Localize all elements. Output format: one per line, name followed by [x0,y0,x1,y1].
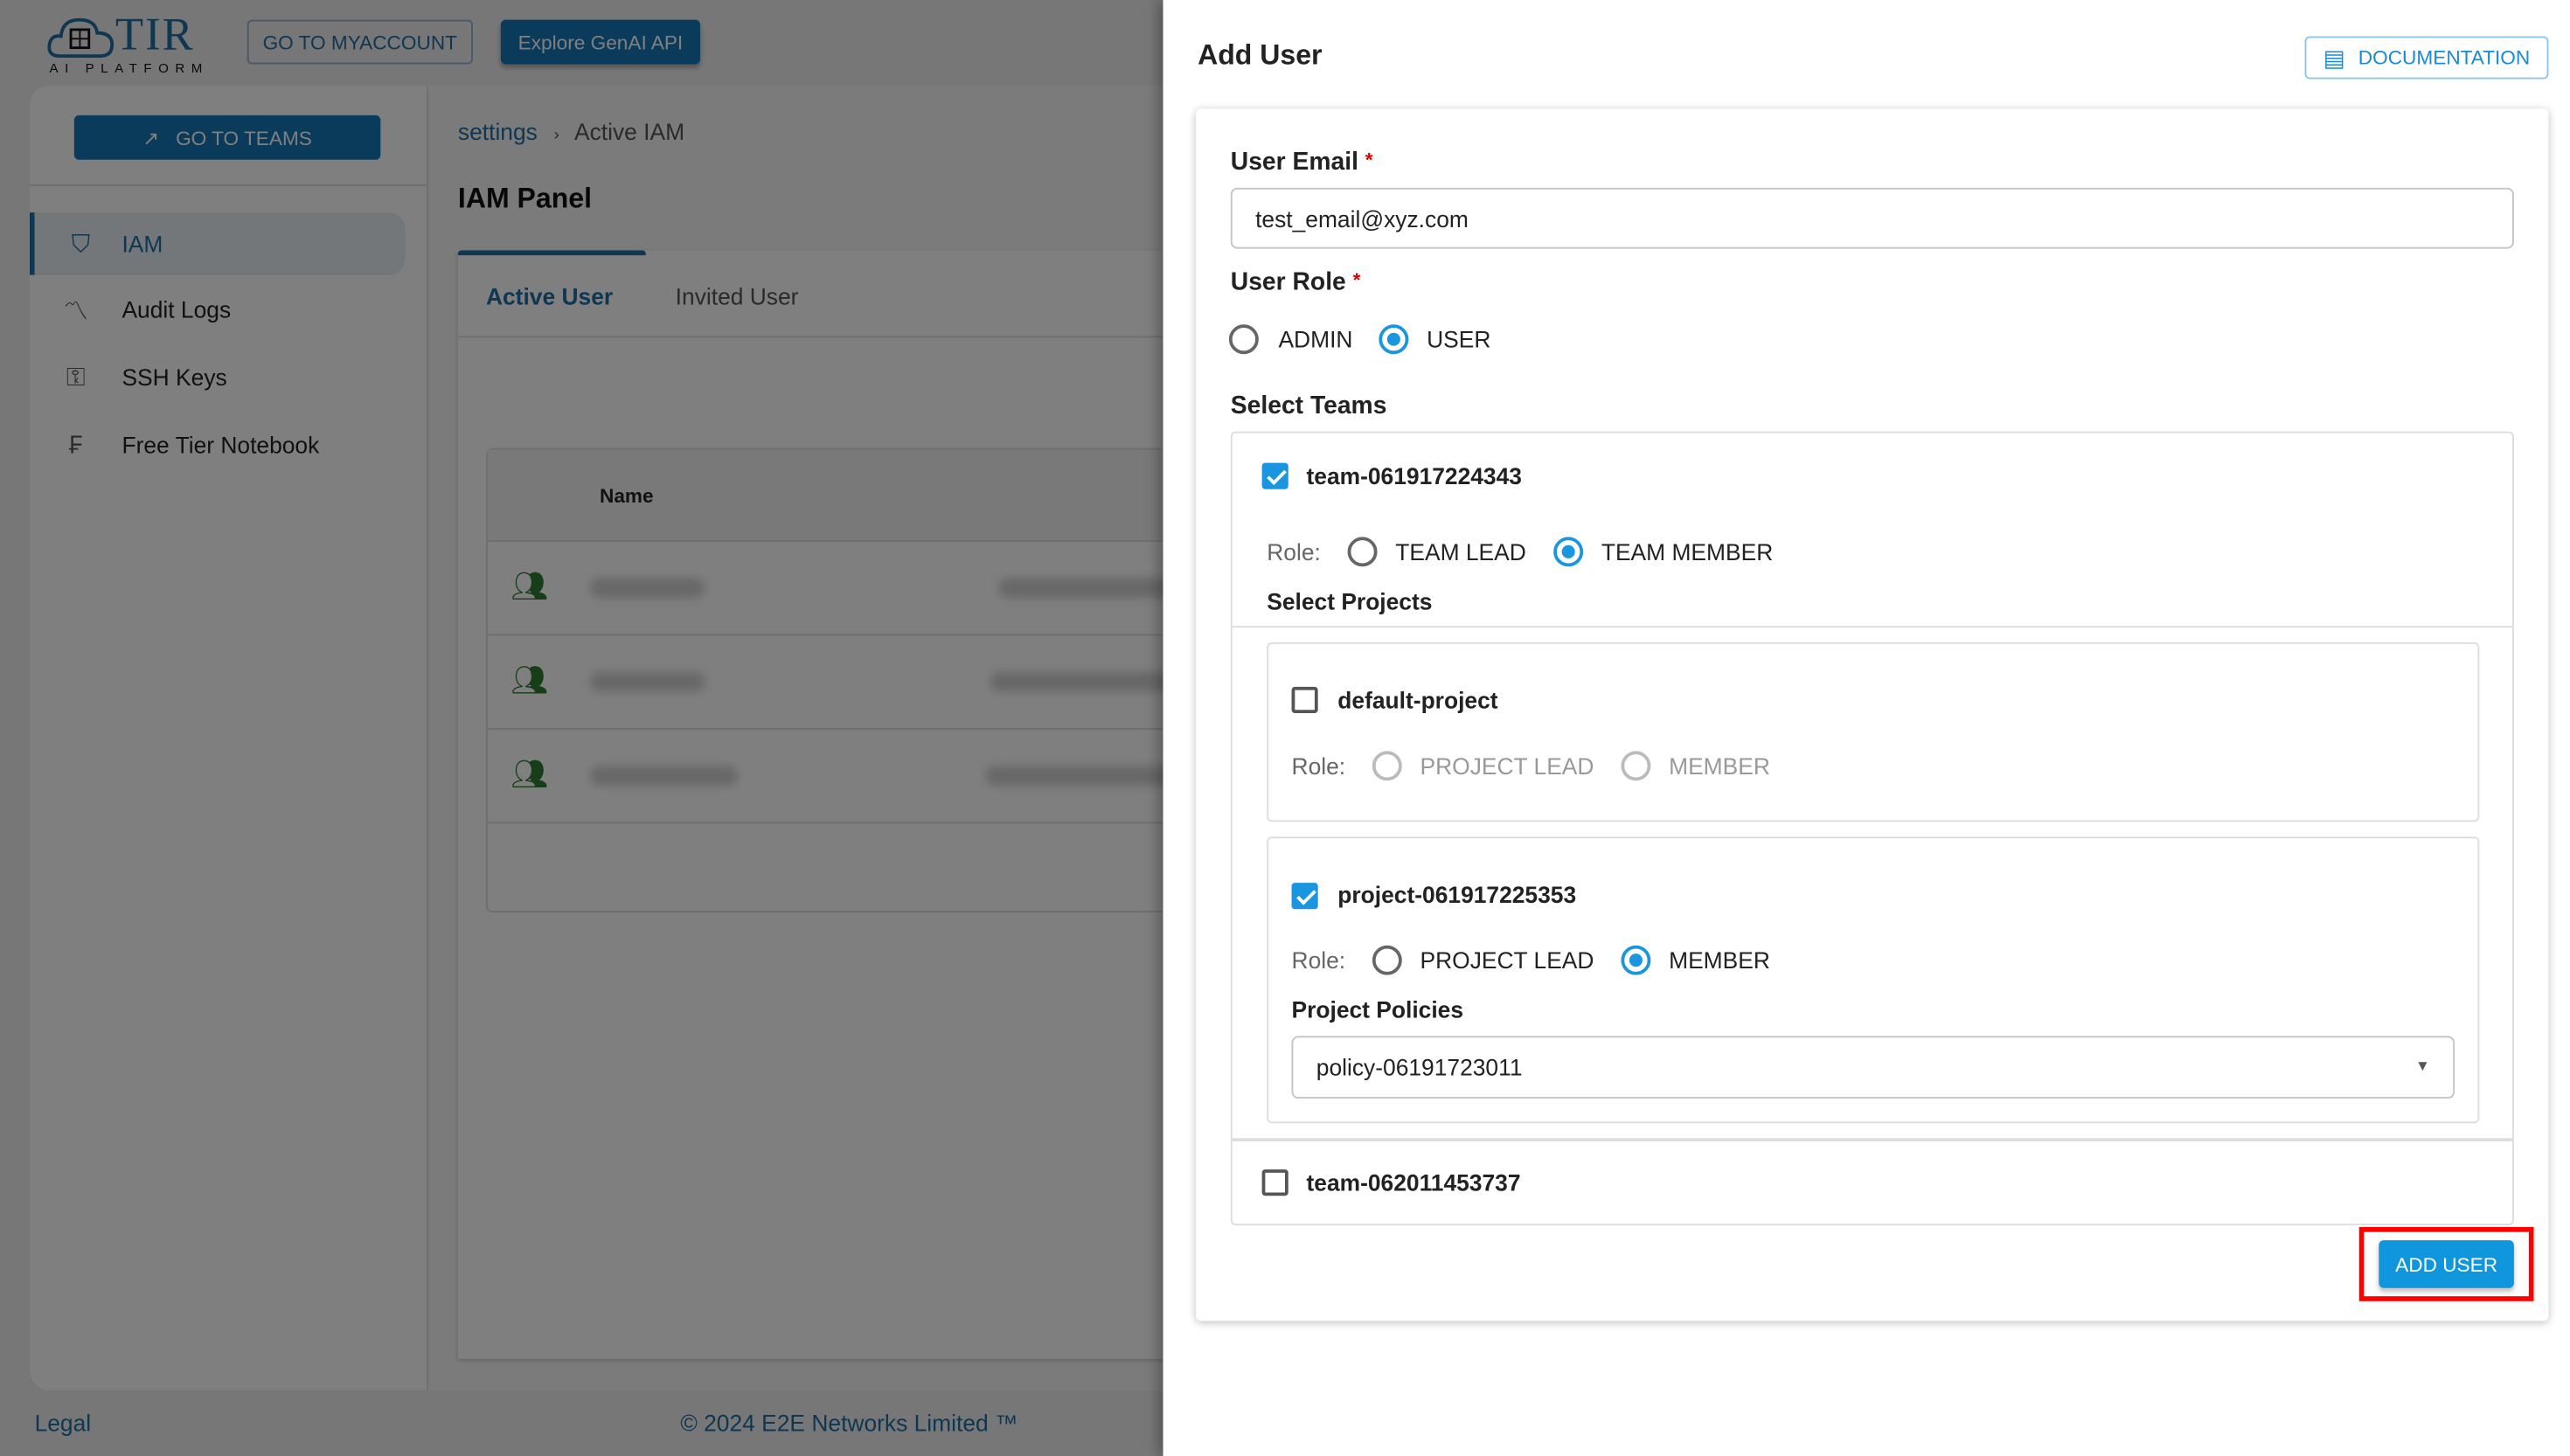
add-user-button[interactable]: ADD USER [2379,1240,2514,1288]
project-member-radio[interactable] [1621,751,1651,781]
project-checkbox[interactable] [1291,883,1318,910]
project-lead-radio[interactable] [1372,945,1402,975]
document-icon: ▤ [2323,43,2345,71]
user-email-label: User Email * [1230,148,1373,177]
team-member-label[interactable]: TEAM MEMBER [1601,538,1773,565]
user-role-label: User Role * [1230,268,1361,297]
project-lead-label: PROJECT LEAD [1420,752,1594,780]
divider [1232,626,2513,628]
policy-value: policy-06191723011 [1316,1054,1523,1081]
team-1-checkbox[interactable] [1261,462,1288,489]
project-lead-radio[interactable] [1372,751,1402,781]
team-lead-label[interactable]: TEAM LEAD [1395,538,1526,565]
team-2-checkbox[interactable] [1261,1169,1288,1196]
project-policies-label: Project Policies [1291,996,1464,1023]
role-user-radio[interactable] [1379,324,1409,355]
team-lead-radio[interactable] [1347,537,1378,567]
user-email-input[interactable]: test_email@xyz.com [1230,187,2514,249]
add-user-drawer: Add User ▤ DOCUMENTATION User Email * tes… [1163,0,2570,1456]
teams-list: team-061917224343 Role: TEAM LEAD TEAM M… [1230,431,2514,1226]
project-member-label: MEMBER [1669,752,1770,780]
dropdown-arrow-icon: ▼ [2414,1057,2430,1074]
project-policies-select[interactable]: policy-06191723011 ▼ [1291,1036,2455,1099]
role-admin-label[interactable]: ADMIN [1278,326,1352,352]
team-1-name: team-061917224343 [1306,462,1522,489]
drawer-title: Add User [1198,39,1323,72]
team-2-name: team-062011453737 [1306,1169,1521,1196]
add-user-form: User Email * test_email@xyz.com User Rol… [1196,108,2549,1321]
project-role-label: Role: [1291,946,1346,974]
role-user-label[interactable]: USER [1427,326,1490,352]
project-member-label[interactable]: MEMBER [1669,947,1770,974]
documentation-button[interactable]: ▤ DOCUMENTATION [2304,36,2549,80]
project-name: default-project [1337,686,1498,714]
select-projects-label: Select Projects [1267,587,1433,614]
project-card-selected: project-061917225353 Role: PROJECT LEAD … [1267,836,2480,1124]
project-lead-label[interactable]: PROJECT LEAD [1420,947,1594,974]
team-member-radio[interactable] [1553,537,1584,567]
team-role-label: Role: [1267,538,1321,565]
divider [1232,1138,2513,1142]
role-admin-radio[interactable] [1228,324,1259,355]
project-role-label: Role: [1291,752,1346,780]
project-name: project-061917225353 [1337,881,1577,908]
default-project-checkbox[interactable] [1291,686,1318,714]
documentation-label: DOCUMENTATION [2358,45,2531,70]
select-teams-label: Select Teams [1230,392,1387,420]
project-member-radio[interactable] [1621,945,1651,975]
project-card-default: default-project Role: PROJECT LEAD MEMBE… [1267,641,2480,822]
